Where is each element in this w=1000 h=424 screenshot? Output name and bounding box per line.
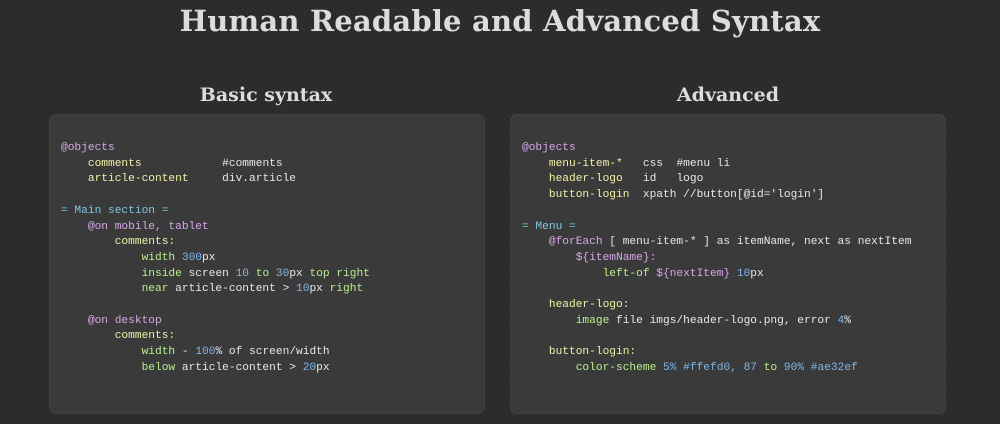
- code-token: menu-item-*: [548, 157, 623, 170]
- code-token: near: [141, 283, 169, 296]
- code-token: div.article: [222, 173, 297, 186]
- code-token: % #ae32ef: [797, 361, 858, 374]
- code-token: 5: [656, 361, 670, 374]
- code-token: width: [141, 346, 176, 359]
- code-token: = Main section =: [61, 204, 169, 217]
- code-token: to: [757, 361, 784, 374]
- code-token: %: [844, 314, 851, 327]
- code-token: comments:: [114, 330, 176, 343]
- code-token: px: [309, 283, 330, 296]
- code-token: file imgs/header-logo.png, error: [609, 314, 838, 327]
- basic-syntax-title: Basic syntax: [199, 84, 333, 106]
- code-token: comments: [87, 157, 142, 170]
- code-token: [ menu-item-* ] as itemName, next as nex…: [602, 236, 912, 249]
- code-token: @forEach: [548, 236, 603, 249]
- code-token: article-content: [87, 173, 189, 186]
- code-token: comments:: [114, 236, 176, 249]
- code-token: @objects: [61, 142, 115, 154]
- code-token: 10: [296, 283, 310, 296]
- code-token: article-content >: [168, 283, 296, 296]
- code-token: logo: [676, 173, 704, 186]
- basic-code-block: @objects comments #comments article-cont…: [61, 141, 370, 377]
- code-token: px: [750, 267, 764, 280]
- code-token: top right: [309, 267, 370, 280]
- code-token: % #ffefd0,: [669, 361, 744, 374]
- advanced-code-block: @objects menu-item-* css #menu li header…: [522, 141, 911, 377]
- code-token: screen: [181, 267, 236, 280]
- code-token: color-scheme: [575, 361, 657, 374]
- code-token: 10: [736, 267, 751, 280]
- code-token: button-login:: [548, 346, 637, 359]
- code-token: xpath //button[@id='login']: [642, 189, 825, 202]
- code-token: 20: [302, 361, 317, 374]
- code-token: 100: [195, 346, 216, 359]
- code-token: = Menu =: [522, 220, 576, 233]
- code-token: % of screen/width: [215, 346, 330, 359]
- code-token: 90: [783, 361, 798, 374]
- code-token: 87: [743, 361, 758, 374]
- code-token: to: [249, 267, 276, 280]
- code-token: width: [141, 251, 176, 264]
- code-token: @objects: [522, 142, 576, 154]
- code-token: 30: [275, 267, 290, 280]
- code-token: ${nextItem}: [649, 267, 737, 280]
- page-title: Human Readable and Advanced Syntax: [179, 4, 821, 38]
- code-token: below: [141, 361, 176, 374]
- code-token: header-logo: [548, 173, 623, 186]
- code-token: inside: [141, 267, 182, 280]
- basic-code-panel: @objects comments #comments article-cont…: [49, 114, 485, 414]
- code-token: @on desktop: [87, 314, 162, 327]
- code-token: 10: [235, 267, 250, 280]
- code-token: #comments: [222, 157, 283, 170]
- code-token: right: [329, 283, 364, 296]
- code-token: button-login: [548, 189, 630, 202]
- code-token: -: [175, 346, 196, 359]
- code-token: image: [575, 314, 610, 327]
- code-token: header-logo:: [548, 299, 630, 312]
- code-token: px: [289, 267, 310, 280]
- code-token: px: [316, 361, 330, 374]
- code-token: css: [642, 157, 664, 170]
- advanced-syntax-title: Advanced: [676, 84, 780, 106]
- code-token: article-content >: [175, 361, 303, 374]
- code-token: 300: [181, 251, 203, 264]
- code-token: #menu li: [676, 157, 731, 170]
- code-token: id: [642, 173, 657, 186]
- code-token: ${itemName}:: [575, 251, 657, 264]
- advanced-code-panel: @objects menu-item-* css #menu li header…: [510, 114, 946, 414]
- code-token: left-of: [602, 267, 650, 280]
- code-token: @on mobile, tablet: [87, 220, 209, 233]
- code-token: px: [202, 251, 216, 264]
